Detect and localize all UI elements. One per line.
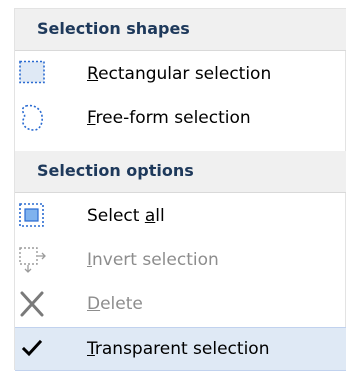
checkmark-icon [21, 339, 43, 357]
menu-item-transparent-selection[interactable]: Transparent selection [15, 327, 346, 371]
delete-icon [20, 291, 44, 317]
rectangular-selection-icon [19, 60, 45, 84]
menu-item-label: Delete [87, 294, 143, 314]
menu-item-select-all[interactable]: Select all [15, 195, 346, 239]
menu-item-label: Rectangular selection [87, 64, 272, 84]
invert-selection-icon [19, 247, 46, 273]
section-header-label: Selection shapes [37, 19, 190, 38]
menu-item-label: Invert selection [87, 250, 219, 270]
menu-item-label: Select all [87, 206, 165, 226]
menu-item-rectangular-selection[interactable]: Rectangular selection [15, 53, 346, 97]
menu-item-invert-selection[interactable]: Invert selection [15, 239, 346, 283]
section-header-label: Selection options [37, 161, 194, 180]
section-header-selection-options: Selection options [15, 151, 346, 193]
select-all-icon [19, 203, 44, 227]
section-header-selection-shapes: Selection shapes [15, 9, 346, 51]
menu-item-delete[interactable]: Delete [15, 283, 346, 327]
menu-item-label: Free-form selection [87, 108, 251, 128]
menu-item-free-form-selection[interactable]: Free-form selection [15, 97, 346, 141]
menu-item-label: Transparent selection [87, 339, 270, 359]
free-form-selection-icon [21, 104, 43, 131]
selection-menu: Selection shapes Rectangular selection F… [14, 8, 346, 371]
